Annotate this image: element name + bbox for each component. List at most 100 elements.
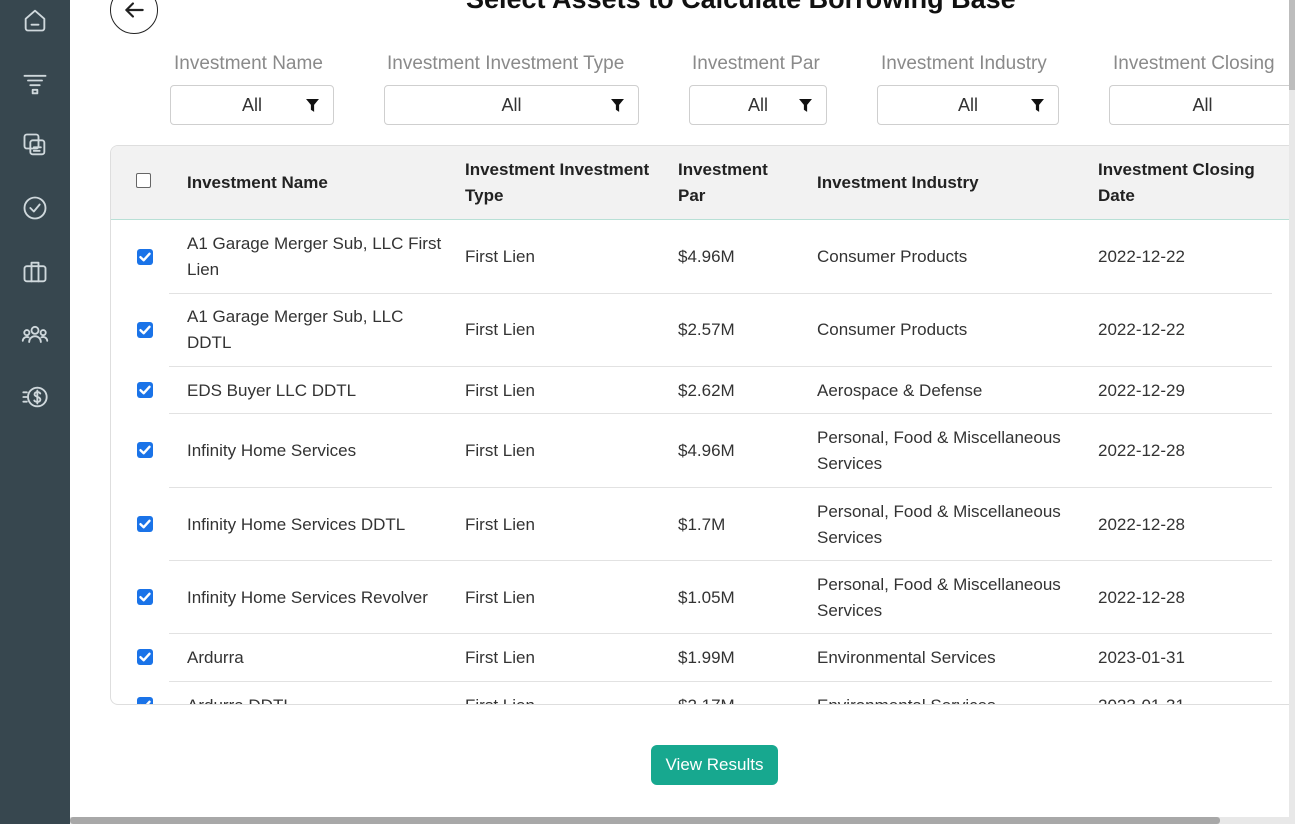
column-header-par-line2: Par (678, 186, 706, 205)
cell-closing-date: 2022-12-28 (1098, 515, 1185, 534)
cell-name: EDS Buyer LLC DDTL (187, 381, 357, 400)
briefcase-icon[interactable] (17, 254, 53, 290)
cell-par: $1.99M (678, 648, 735, 667)
cell-name: A1 Garage Merger Sub, LLC First Lien (187, 234, 442, 279)
column-header-date-line2: Date (1098, 186, 1135, 205)
table-row[interactable]: A1 Garage Merger Sub, LLC First Lien Fir… (111, 220, 1295, 294)
stack-icon[interactable] (17, 127, 53, 163)
filter-label-investment-type: Investment Investment Type (387, 53, 625, 74)
filter-investment-closing[interactable]: All (1109, 85, 1295, 125)
column-header-type[interactable]: Investment Investment Type (465, 157, 649, 209)
home-icon[interactable] (17, 2, 53, 38)
row-checkbox[interactable] (137, 382, 153, 398)
cell-name: Ardurra DDTL (187, 693, 293, 704)
arrow-left-icon (125, 2, 144, 18)
cell-closing-date: 2022-12-22 (1098, 247, 1185, 266)
cell-closing-date: 2023-01-31 (1098, 693, 1185, 704)
cell-name: Infinity Home Services (187, 441, 357, 460)
check-icon (139, 592, 151, 602)
funnel-icon[interactable] (17, 66, 53, 102)
assets-table: Investment Name Investment Investment Ty… (110, 145, 1295, 705)
column-header-name[interactable]: Investment Name (187, 170, 328, 196)
cell-closing-date: 2022-12-29 (1098, 381, 1185, 400)
cell-type: First Lien (465, 320, 535, 339)
column-header-par[interactable]: Investment Par (678, 157, 768, 209)
filter-value: All (241, 94, 262, 115)
cell-type: First Lien (465, 693, 535, 704)
check-icon (139, 325, 151, 335)
cell-type: First Lien (465, 247, 535, 266)
check-circle-icon[interactable] (17, 190, 53, 226)
filter-label-investment-par: Investment Par (692, 53, 820, 74)
row-checkbox[interactable] (137, 516, 153, 532)
table-row[interactable]: Ardurra DDTL First Lien $2.17M Environme… (111, 682, 1295, 704)
column-header-par-line1: Investment (678, 160, 768, 179)
column-header-date-line1: Investment Closing (1098, 160, 1255, 179)
cell-type: First Lien (465, 648, 535, 667)
page-title: Select Assets to Calculate Borrowing Bas… (466, 0, 1016, 15)
table-row[interactable]: Ardurra First Lien $1.99M Environmental … (111, 634, 1295, 682)
cell-industry: Personal, Food & Miscellaneous Services (817, 575, 1061, 620)
cell-industry: Environmental Services (817, 693, 996, 704)
column-header-industry[interactable]: Investment Industry (817, 170, 979, 196)
cell-par: $1.05M (678, 588, 735, 607)
row-checkbox[interactable] (137, 697, 153, 704)
filter-investment-par[interactable]: All (689, 85, 827, 125)
column-header-closing-date[interactable]: Investment Closing Date (1098, 157, 1255, 209)
cell-closing-date: 2022-12-28 (1098, 441, 1185, 460)
select-all-checkbox[interactable] (136, 173, 151, 188)
cell-par: $4.96M (678, 247, 735, 266)
cell-name: A1 Garage Merger Sub, LLC DDTL (187, 307, 404, 352)
check-icon (139, 445, 151, 455)
cell-industry: Personal, Food & Miscellaneous Services (817, 428, 1061, 473)
cell-industry: Consumer Products (817, 320, 968, 339)
users-icon[interactable] (17, 317, 53, 353)
horizontal-scrollbar-thumb[interactable] (70, 817, 1220, 824)
filter-investment-industry[interactable]: All (877, 85, 1059, 125)
check-icon (139, 252, 151, 262)
cell-par: $1.7M (678, 515, 726, 534)
dollar-coin-icon[interactable] (17, 379, 53, 415)
table-row[interactable]: Infinity Home Services DDTL First Lien $… (111, 488, 1295, 561)
filter-value: All (747, 94, 768, 115)
filter-value: All (501, 94, 522, 115)
row-checkbox[interactable] (137, 249, 153, 265)
cell-closing-date: 2022-12-22 (1098, 320, 1185, 339)
row-checkbox[interactable] (137, 442, 153, 458)
table-row[interactable]: A1 Garage Merger Sub, LLC DDTL First Lie… (111, 294, 1295, 367)
cell-name: Infinity Home Services DDTL (187, 515, 406, 534)
filter-value: All (957, 94, 978, 115)
cell-closing-date: 2022-12-28 (1098, 588, 1185, 607)
filter-investment-type[interactable]: All (384, 85, 639, 125)
vertical-scrollbar[interactable] (1289, 0, 1295, 824)
column-header-type-line1: Investment Investment (465, 160, 650, 179)
check-icon (139, 652, 151, 662)
row-checkbox[interactable] (137, 322, 153, 338)
check-icon (139, 519, 151, 529)
column-header-type-line2: Type (465, 186, 504, 205)
cell-industry: Environmental Services (817, 648, 996, 667)
cell-industry: Consumer Products (817, 247, 968, 266)
cell-par: $2.17M (678, 693, 735, 704)
cell-type: First Lien (465, 588, 535, 607)
table-row[interactable]: Infinity Home Services First Lien $4.96M… (111, 414, 1295, 488)
check-icon (140, 700, 151, 704)
check-icon (139, 385, 151, 395)
back-button[interactable] (110, 0, 158, 34)
row-checkbox[interactable] (137, 589, 153, 605)
cell-par: $2.57M (678, 320, 735, 339)
table-row[interactable]: EDS Buyer LLC DDTL First Lien $2.62M Aer… (111, 367, 1295, 414)
vertical-scrollbar-thumb[interactable] (1289, 0, 1295, 90)
view-results-button[interactable]: View Results (651, 745, 778, 785)
row-checkbox[interactable] (137, 649, 153, 665)
table-header: Investment Name Investment Investment Ty… (111, 146, 1295, 220)
cell-industry: Aerospace & Defense (817, 381, 983, 400)
filter-label-investment-closing: Investment Closing (1113, 53, 1275, 74)
filter-investment-name[interactable]: All (170, 85, 334, 125)
cell-par: $2.62M (678, 381, 735, 400)
cell-industry: Personal, Food & Miscellaneous Services (817, 502, 1061, 547)
filter-icon (306, 99, 319, 112)
table-row[interactable]: Infinity Home Services Revolver First Li… (111, 561, 1295, 634)
cell-name: Ardurra (187, 648, 244, 667)
filter-icon (1031, 99, 1044, 112)
